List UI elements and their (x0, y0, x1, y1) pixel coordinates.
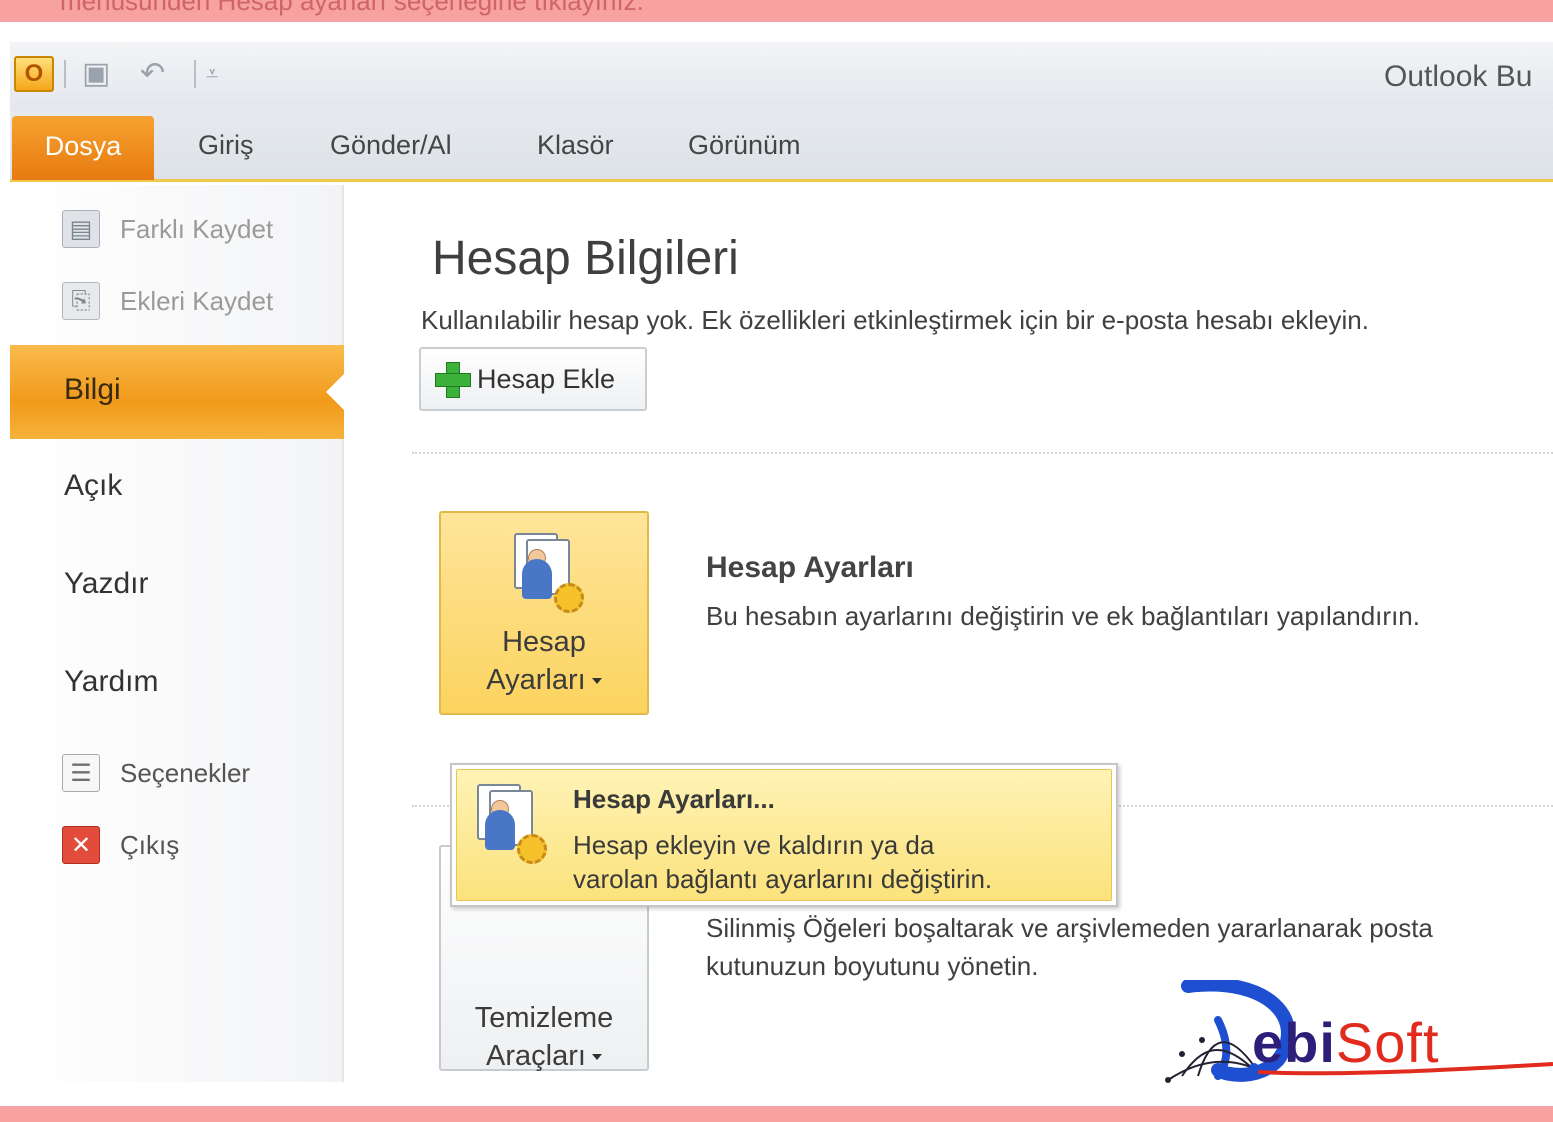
outlook-window: O ▣ ↶ ⩡ Outlook Bu Dosya Giriş Gönder/Al… (10, 42, 1553, 1082)
nav-acik[interactable]: Açık (64, 469, 122, 503)
nav-yazdir[interactable]: Yazdır (64, 567, 148, 601)
exit-command[interactable]: ✕ Çıkış (62, 823, 179, 867)
plus-icon (435, 362, 471, 398)
tab-giris[interactable]: Giriş (198, 130, 254, 161)
debisoft-logo: ebiSoft (1158, 977, 1553, 1090)
nav-bilgi-label: Bilgi (64, 373, 121, 406)
bottom-caption-bar (0, 1106, 1553, 1122)
dropdown-arrow-icon (591, 678, 602, 685)
menu-item-description-line1: Hesap ekleyin ve kaldırın ya da (573, 830, 935, 860)
cleanup-description: Silinmiş Öğeleri boşaltarak ve arşivleme… (706, 909, 1433, 985)
ribbon-tabs: Dosya Giriş Gönder/Al Klasör Görünüm (10, 110, 1553, 182)
account-settings-button-line2: Ayarları (486, 664, 586, 696)
save-attachments-command[interactable]: ⎘ Ekleri Kaydet (62, 279, 273, 323)
add-account-label: Hesap Ekle (477, 363, 616, 394)
save-attachments-icon: ⎘ (62, 282, 100, 320)
menu-item-description: Hesap ekleyin ve kaldırın ya da varolan … (573, 828, 992, 896)
account-settings-menu-item[interactable]: Hesap Ayarları... Hesap ekleyin ve kaldı… (456, 769, 1112, 901)
top-caption: menüsünden Hesap ayarları seçeneğine tık… (60, 0, 644, 16)
exit-icon: ✕ (62, 826, 100, 864)
cleanup-button-line2: Araçları (486, 1040, 586, 1072)
selection-notch (326, 372, 346, 412)
section-divider (412, 452, 1553, 454)
tab-gonder-al[interactable]: Gönder/Al (330, 130, 452, 161)
title-bar: O ▣ ↶ ⩡ Outlook Bu (10, 42, 1553, 110)
outlook-icon[interactable]: O (14, 56, 54, 92)
account-settings-title: Hesap Ayarları (706, 551, 914, 584)
no-account-message: Kullanılabilir hesap yok. Ek özellikleri… (421, 305, 1369, 335)
account-settings-button[interactable]: Hesap Ayarları (439, 511, 649, 715)
window-title: Outlook Bu (1384, 60, 1533, 93)
account-settings-button-line1: Hesap (502, 626, 586, 658)
account-settings-menu: Hesap Ayarları... Hesap ekleyin ve kaldı… (450, 763, 1118, 907)
menu-item-title: Hesap Ayarları... (573, 784, 775, 814)
customize-icon[interactable]: ⩡ (206, 54, 218, 94)
undo-icon[interactable]: ↶ (140, 54, 165, 94)
options-command[interactable]: ☰ Seçenekler (62, 751, 250, 795)
page-title: Hesap Bilgileri (432, 232, 739, 285)
account-settings-icon (467, 784, 547, 864)
info-panel: Hesap Bilgileri Kullanılabilir hesap yok… (346, 185, 1553, 1082)
save-as-icon: ▤ (62, 210, 100, 248)
qat-separator (64, 60, 66, 88)
tab-dosya[interactable]: Dosya (12, 116, 154, 180)
dropdown-arrow-icon (591, 1054, 602, 1061)
cleanup-button-line1: Temizleme (474, 1002, 614, 1034)
account-settings-icon (504, 533, 584, 613)
top-caption-bar: menüsünden Hesap ayarları seçeneğine tık… (0, 0, 1553, 22)
save-as-label: Farklı Kaydet (120, 213, 274, 244)
save-as-command[interactable]: ▤ Farklı Kaydet (62, 207, 273, 251)
save-icon[interactable]: ▣ (82, 54, 110, 94)
tab-klasor[interactable]: Klasör (537, 130, 614, 161)
backstage-nav: ▤ Farklı Kaydet ⎘ Ekleri Kaydet Bilgi Aç… (10, 185, 346, 1082)
exit-label: Çıkış (120, 829, 180, 860)
logo-wordmark: ebiSoft (1252, 1011, 1440, 1074)
qat-separator (194, 60, 196, 88)
cleanup-description-line1: Silinmiş Öğeleri boşaltarak ve arşivleme… (706, 913, 1433, 943)
nav-yardim[interactable]: Yardım (64, 665, 158, 699)
account-settings-description: Bu hesabın ayarlarını değiştirin ve ek b… (706, 601, 1420, 631)
nav-bilgi[interactable]: Bilgi (10, 345, 346, 439)
menu-item-description-line2: varolan bağlantı ayarlarını değiştirin. (573, 864, 993, 894)
save-attachments-label: Ekleri Kaydet (120, 285, 274, 316)
options-label: Seçenekler (120, 757, 251, 788)
tab-gorunum[interactable]: Görünüm (688, 130, 801, 161)
add-account-button[interactable]: Hesap Ekle (419, 347, 647, 411)
options-icon: ☰ (62, 754, 100, 792)
